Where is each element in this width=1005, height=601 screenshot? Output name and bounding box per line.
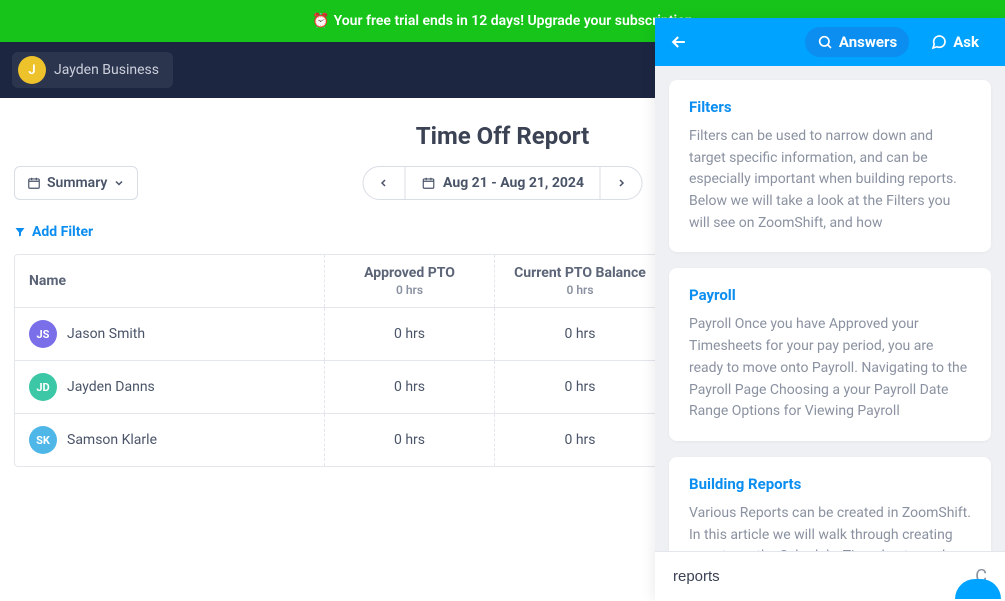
help-article-card[interactable]: Filters Filters can be used to narrow do… (669, 80, 991, 252)
pto-value: 0 hrs (394, 432, 425, 448)
alarm-clock-icon: ⏰ (312, 13, 329, 29)
employee-avatar: JS (29, 320, 57, 348)
balance-value: 0 hrs (564, 432, 595, 448)
add-filter-label: Add Filter (32, 224, 93, 240)
business-avatar: J (18, 56, 46, 84)
chevron-left-icon (378, 177, 390, 189)
arrow-left-icon (669, 32, 689, 52)
help-results[interactable]: Filters Filters can be used to narrow do… (655, 66, 1005, 551)
help-drawer: Answers Ask Filters Filters can be used … (655, 18, 1005, 601)
employee-name: Jason Smith (67, 326, 145, 342)
help-article-snippet: Filters can be used to narrow down and t… (689, 126, 971, 234)
chat-icon (931, 34, 947, 50)
pto-value: 0 hrs (394, 379, 425, 395)
business-name: Jayden Business (54, 62, 159, 78)
col-header-pto: Approved PTO 0 hrs (325, 255, 495, 307)
summary-label: Summary (47, 175, 107, 191)
balance-value: 0 hrs (564, 326, 595, 342)
filter-icon (14, 226, 26, 238)
tab-ask[interactable]: Ask (919, 27, 991, 57)
help-search-bar: C (655, 551, 1005, 601)
tab-answers-label: Answers (839, 33, 897, 51)
help-article-card[interactable]: Building Reports Various Reports can be … (669, 457, 991, 551)
prev-period-button[interactable] (363, 167, 405, 199)
help-article-snippet: Payroll Once you have Approved your Time… (689, 314, 971, 422)
help-drawer-header: Answers Ask (655, 18, 1005, 66)
date-range-picker: Aug 21 - Aug 21, 2024 (362, 166, 643, 200)
tab-ask-label: Ask (953, 33, 979, 51)
employee-name: Samson Klarle (67, 432, 157, 448)
date-range-label: Aug 21 - Aug 21, 2024 (443, 175, 584, 191)
tab-answers[interactable]: Answers (805, 27, 909, 57)
help-search-input[interactable] (673, 568, 965, 585)
date-range-button[interactable]: Aug 21 - Aug 21, 2024 (405, 167, 600, 199)
business-switcher[interactable]: J Jayden Business (12, 52, 173, 88)
help-article-title: Building Reports (689, 475, 971, 493)
employee-avatar: JD (29, 373, 57, 401)
help-article-title: Payroll (689, 286, 971, 304)
employee-name: Jayden Danns (67, 379, 155, 395)
trial-text: Your free trial ends in 12 days! Upgrade… (334, 13, 693, 29)
summary-dropdown[interactable]: Summary (14, 166, 138, 200)
help-article-snippet: Various Reports can be created in ZoomSh… (689, 503, 971, 551)
pto-value: 0 hrs (394, 326, 425, 342)
help-article-card[interactable]: Payroll Payroll Once you have Approved y… (669, 268, 991, 440)
search-icon (817, 34, 833, 50)
chevron-down-icon (113, 177, 125, 189)
back-button[interactable] (669, 32, 689, 52)
chevron-right-icon (615, 177, 627, 189)
col-header-balance: Current PTO Balance 0 hrs (495, 255, 665, 307)
balance-value: 0 hrs (564, 379, 595, 395)
calendar-icon (27, 176, 41, 190)
col-header-name: Name (15, 255, 325, 307)
calendar-icon (421, 176, 435, 190)
next-period-button[interactable] (600, 167, 642, 199)
help-article-title: Filters (689, 98, 971, 116)
employee-avatar: SK (29, 426, 57, 454)
